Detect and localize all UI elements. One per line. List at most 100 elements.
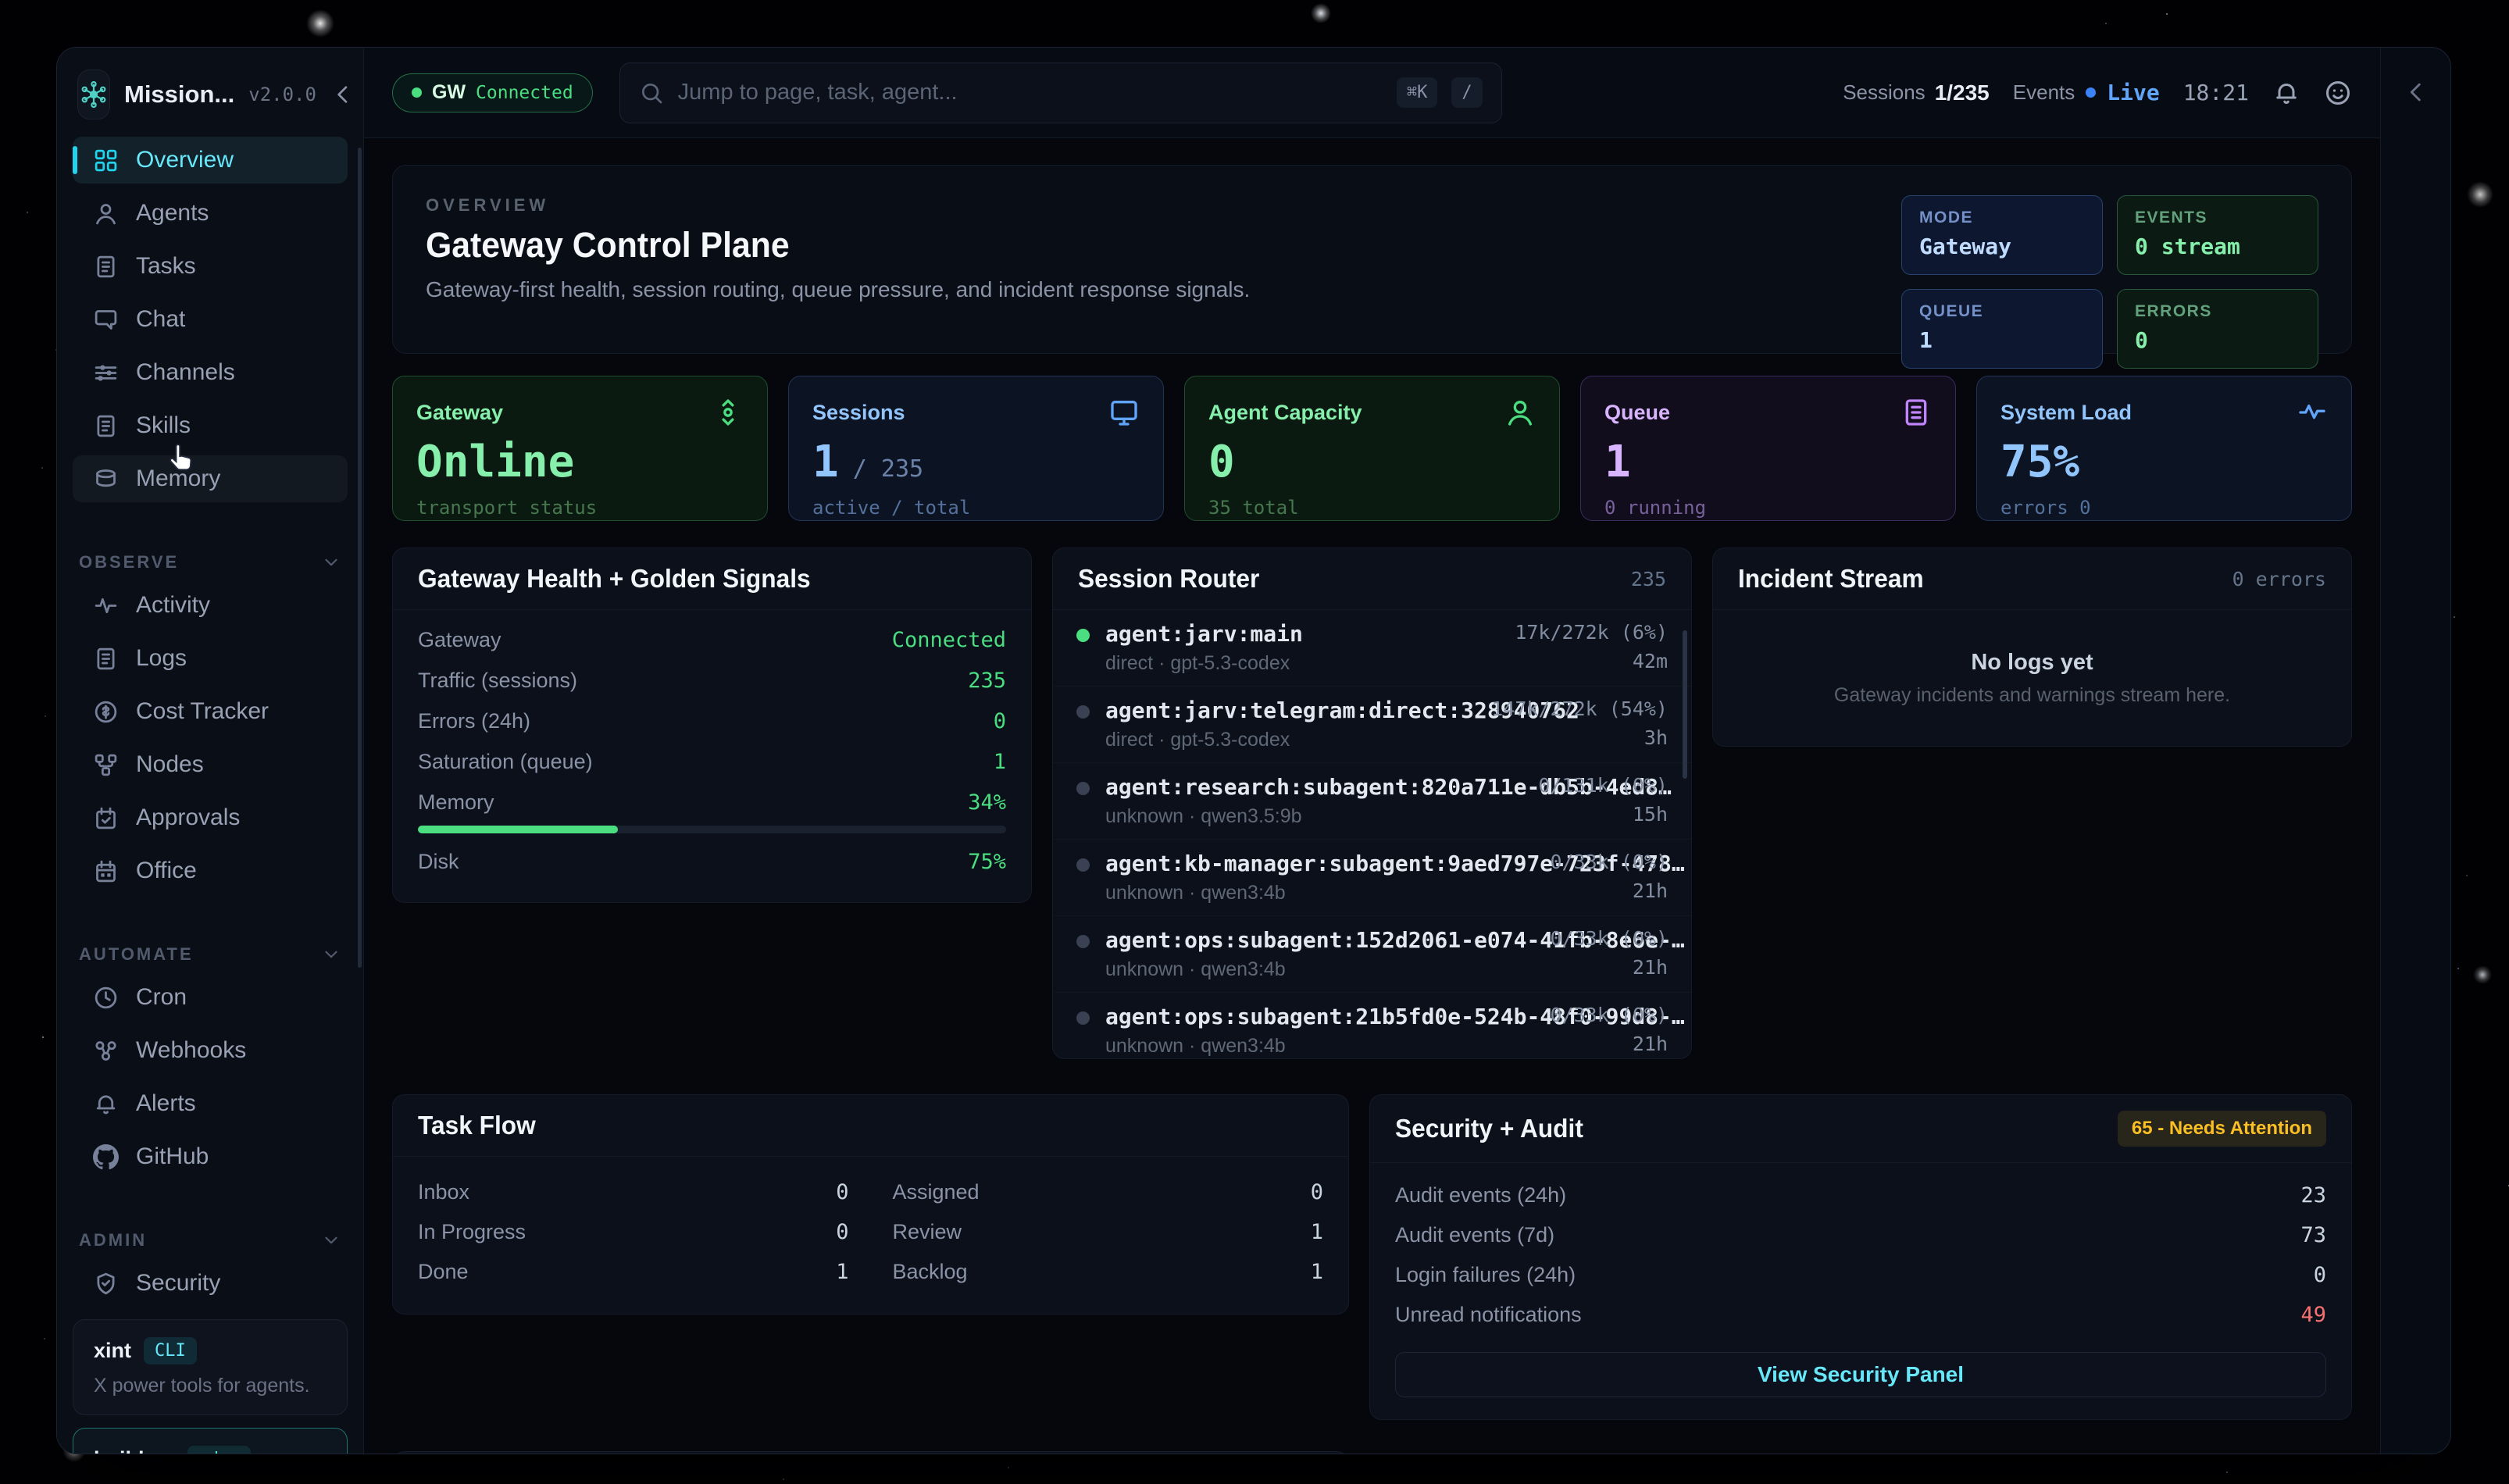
security-audit-panel: Security + Audit 65 - Needs Attention Au… xyxy=(1369,1094,2352,1420)
chevron-down-icon xyxy=(321,944,341,965)
stat-card-queue[interactable]: Queue 1 0 running xyxy=(1580,376,1956,521)
session-row[interactable]: agent:ops:subagent:21b5fd0e-524b-48f0-99… xyxy=(1053,993,1691,1059)
nodes-icon xyxy=(93,752,119,778)
sidebar-item-office[interactable]: Office xyxy=(73,847,348,894)
section-admin[interactable]: ADMIN xyxy=(79,1230,341,1250)
sidebar-item-cron[interactable]: Cron xyxy=(73,974,348,1021)
session-status-dot xyxy=(1076,935,1090,948)
events-badge: EVENTS 0 stream xyxy=(2117,195,2318,275)
taskflow-col-right: Assigned0 Review1 Backlog1 xyxy=(893,1172,1324,1292)
promo-card-xint[interactable]: xint CLI X power tools for agents. xyxy=(73,1319,348,1415)
hero-header: OVERVIEW Gateway Control Plane Gateway-f… xyxy=(392,165,2352,354)
sidebar-item-cost-tracker[interactable]: Cost Tracker xyxy=(73,688,348,735)
activity-icon xyxy=(93,593,119,619)
sidebar-item-agents[interactable]: Agents xyxy=(73,190,348,237)
stat-value: 1 / 235 xyxy=(812,441,1140,484)
sidebar-item-logs[interactable]: Logs xyxy=(73,635,348,682)
sidebar-item-nodes[interactable]: Nodes xyxy=(73,741,348,788)
sidebar-item-label: Office xyxy=(136,858,197,884)
router-list: agent:jarv:maindirect · gpt-5.3-codex 17… xyxy=(1053,610,1691,1059)
sidebar-item-activity[interactable]: Activity xyxy=(73,582,348,629)
sidebar-item-webhooks[interactable]: Webhooks xyxy=(73,1027,348,1074)
sidebar-item-label: Cost Tracker xyxy=(136,698,269,725)
session-row[interactable]: agent:research:subagent:820a711e-db5b-4e… xyxy=(1053,763,1691,840)
sidebar-item-chat[interactable]: Chat xyxy=(73,296,348,343)
router-scrollbar[interactable] xyxy=(1683,630,1687,779)
stat-label: Sessions xyxy=(812,401,905,425)
topbar: GW Connected ⌘K / Sessions 1/235 Events … xyxy=(364,48,2380,138)
promo-card-builderz[interactable]: builderz .dev AI-native dev shop · Solan… xyxy=(73,1428,348,1454)
sidebar-item-label: Chat xyxy=(136,306,185,333)
notifications-button[interactable] xyxy=(2272,79,2300,107)
dollar-circle-icon xyxy=(93,699,119,725)
feedback-button[interactable] xyxy=(2324,79,2352,107)
sidebar-item-skills[interactable]: Skills xyxy=(73,402,348,449)
security-row: Audit events (24h)23 xyxy=(1395,1175,2326,1215)
panel-row-2: Task Flow Inbox0 In Progress0 Done1 Assi… xyxy=(392,1094,2352,1420)
session-row[interactable]: agent:kb-manager:subagent:9aed797e-723f-… xyxy=(1053,840,1691,916)
calendar-check-icon xyxy=(93,805,119,831)
stat-card-system-load[interactable]: System Load 75% errors 0 xyxy=(1976,376,2352,521)
sidebar-item-memory[interactable]: Memory xyxy=(73,455,348,502)
active-indicator xyxy=(73,146,77,174)
router-count: 235 xyxy=(1631,568,1666,590)
stat-cards: Gateway Online transport status Sessions… xyxy=(392,376,2352,521)
session-row[interactable]: agent:ops:subagent:152d2061-e074-41fb-8e… xyxy=(1053,916,1691,993)
chevron-left-icon xyxy=(330,82,355,107)
session-row[interactable]: agent:jarv:maindirect · gpt-5.3-codex 17… xyxy=(1053,610,1691,687)
stat-card-gateway[interactable]: Gateway Online transport status xyxy=(392,376,768,521)
badge-label: EVENTS xyxy=(2135,209,2300,227)
sidebar-nav-automate: Cron Webhooks Alerts GitHub xyxy=(73,974,348,1180)
search-input[interactable] xyxy=(678,80,1383,105)
smiley-icon xyxy=(2324,79,2352,107)
section-automate[interactable]: AUTOMATE xyxy=(79,944,341,965)
session-row[interactable]: agent:jarv:telegram:direct:328940762dire… xyxy=(1053,687,1691,763)
promo-name: xint xyxy=(94,1339,131,1363)
sidebar-item-tasks[interactable]: Tasks xyxy=(73,243,348,290)
file-text-icon xyxy=(93,413,119,439)
sidebar-item-label: Cron xyxy=(136,984,187,1011)
sidebar-collapse-button[interactable] xyxy=(330,82,355,107)
right-panel-toggle[interactable] xyxy=(2403,79,2429,105)
gateway-connected-badge[interactable]: GW Connected xyxy=(392,73,593,112)
sidebar-nav: Overview Agents Tasks Chat Channels Skil… xyxy=(73,137,348,502)
stat-label: Queue xyxy=(1604,401,1670,425)
queue-badge: QUEUE 1 xyxy=(1901,289,2103,369)
taskflow-row: Done1 xyxy=(418,1252,849,1292)
sidebar-item-approvals[interactable]: Approvals xyxy=(73,794,348,841)
sidebar-item-security[interactable]: Security xyxy=(73,1260,348,1307)
global-search[interactable]: ⌘K / xyxy=(619,62,1502,123)
sidebar-item-overview[interactable]: Overview xyxy=(73,137,348,184)
sidebar-item-github[interactable]: GitHub xyxy=(73,1133,348,1180)
sidebar-item-alerts[interactable]: Alerts xyxy=(73,1080,348,1127)
chat-bubble-icon xyxy=(93,307,119,333)
sidebar-nav-observe: Activity Logs Cost Tracker Nodes Approva… xyxy=(73,582,348,894)
queue-list-icon xyxy=(1900,397,1932,428)
section-observe[interactable]: OBSERVE xyxy=(79,552,341,573)
session-status-dot xyxy=(1076,1011,1090,1025)
taskflow-body: Inbox0 In Progress0 Done1 Assigned0 Revi… xyxy=(393,1157,1348,1314)
badge-label: QUEUE xyxy=(1919,302,2085,321)
stat-card-sessions[interactable]: Sessions 1 / 235 active / total xyxy=(788,376,1164,521)
view-security-panel-button[interactable]: View Security Panel xyxy=(1395,1352,2326,1397)
star-glow xyxy=(2467,181,2493,208)
sidebar-scrollbar[interactable] xyxy=(358,148,362,968)
database-icon xyxy=(93,466,119,492)
starfield-background xyxy=(0,0,2,2)
panel-title: Session Router xyxy=(1078,564,1259,594)
sidebar-item-channels[interactable]: Channels xyxy=(73,349,348,396)
user-icon xyxy=(1504,397,1536,428)
health-row: GatewayConnected xyxy=(418,619,1006,660)
stat-label: Gateway xyxy=(416,401,503,425)
incident-column: Incident Stream 0 errors No logs yet Gat… xyxy=(1712,548,2352,1059)
promo-name: builderz xyxy=(94,1447,175,1454)
stat-card-agent-capacity[interactable]: Agent Capacity 0 35 total xyxy=(1184,376,1560,521)
github-icon xyxy=(93,1144,119,1170)
panel-title: Security + Audit xyxy=(1395,1114,1583,1143)
sidebar-item-label: Webhooks xyxy=(136,1037,246,1064)
webhook-icon xyxy=(93,1038,119,1064)
promo-header: xint CLI xyxy=(94,1337,327,1364)
hero-text: OVERVIEW Gateway Control Plane Gateway-f… xyxy=(426,195,1250,302)
badge-label: MODE xyxy=(1919,209,2085,227)
sidebar: Mission... v2.0.0 Overview Agents Tasks xyxy=(57,48,364,1454)
